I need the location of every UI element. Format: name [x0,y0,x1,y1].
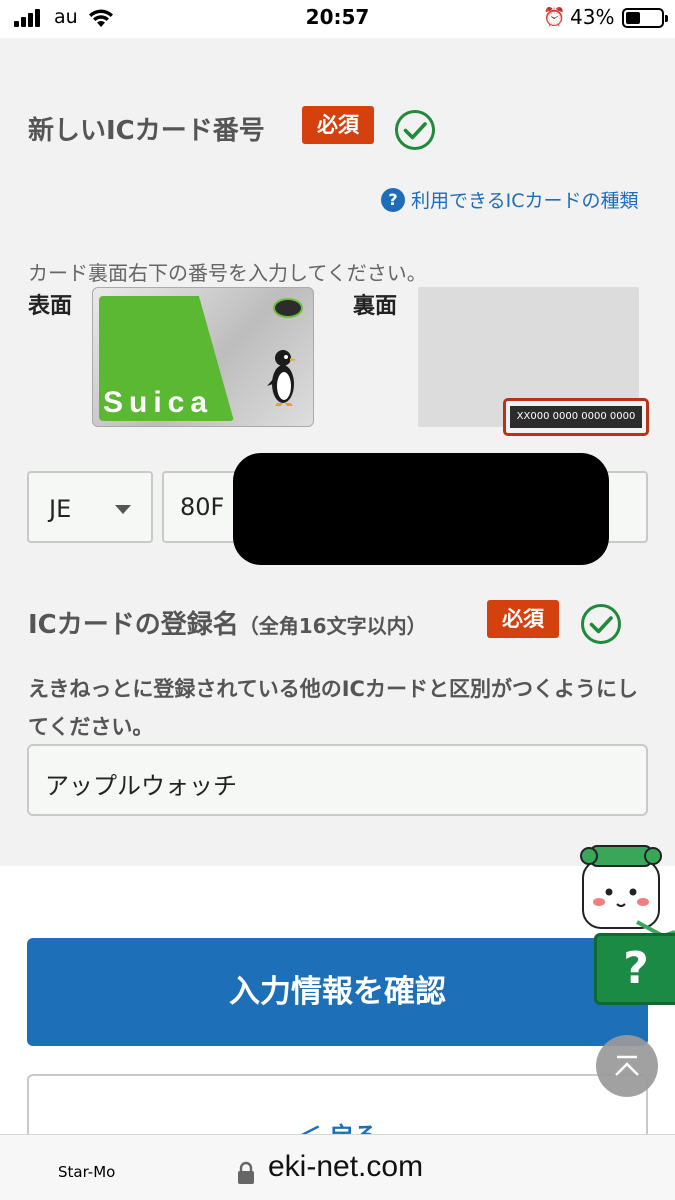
ic-card-types-link[interactable]: ? 利用できるICカードの種類 [381,186,639,213]
url-text: eki-net.com [268,1150,424,1183]
confirm-input-button[interactable]: 入力情報を確認 [27,938,648,1046]
card-number-value: 80F [180,493,225,521]
front-label: 表面 [28,294,73,319]
ic-mark-icon [273,298,303,318]
lock-icon [238,1161,254,1184]
ic-name-title-main: ICカードの登録名 [28,610,239,640]
status-bar: au 20:57 ⏰ 43% [0,0,675,38]
scroll-to-top-button[interactable] [596,1035,658,1097]
ic-name-description: えきねっとに登録されている他のICカードと区別がつくようにしてください。 [28,677,638,739]
card-prefix-value: JE [49,495,72,523]
required-badge: 必須 [487,600,559,638]
battery-percent: 43% [570,5,615,29]
card-number-instruction: カード裏面右下の番号を入力してください。 [28,261,427,285]
card-front-image: Suica [92,287,314,427]
check-icon [395,110,435,150]
chevron-up-icon [615,1055,639,1076]
caret-down-icon [115,505,131,514]
ic-card-types-label: 利用できるICカードの種類 [411,190,639,212]
ic-name-title: ICカードの登録名（全角16文字以内） [28,604,427,641]
back-label: 裏面 [353,294,398,319]
penguin-icon [267,350,297,406]
ic-name-input[interactable]: アップルウォッチ [27,744,648,816]
battery-icon [622,8,668,28]
browser-left-label: Star-Mo [58,1163,116,1181]
card-number-highlight: XX000 0000 0000 0000 [503,398,649,436]
mascot-icon [580,845,675,939]
card-logo: Suica [103,386,214,419]
card-number-sample: XX000 0000 0000 0000 [510,406,642,428]
browser-address-bar[interactable]: Star-Mo eki-net.com [0,1134,675,1200]
ic-number-title: 新しいICカード番号 [28,116,265,146]
question-circle-icon: ? [381,187,405,212]
redaction-block [233,453,609,565]
ic-name-title-sub: （全角16文字以内） [238,614,427,638]
ic-name-value: アップルウォッチ [45,772,237,800]
card-prefix-select[interactable]: JE [27,471,153,543]
check-icon [581,604,621,644]
help-button[interactable]: ? [594,933,675,1005]
required-badge: 必須 [302,106,374,144]
alarm-icon: ⏰ [543,7,566,28]
